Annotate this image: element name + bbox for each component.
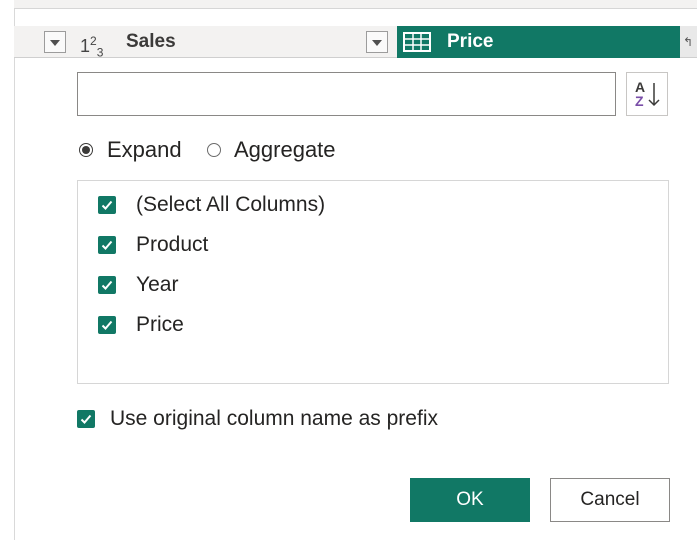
chevron-down-icon — [372, 40, 382, 46]
expand-column-icon[interactable]: ↰ — [683, 35, 693, 49]
radio-aggregate-label: Aggregate — [234, 137, 336, 162]
list-item-label: Year — [136, 273, 179, 296]
column-header-sales[interactable]: 123 Sales — [14, 26, 397, 60]
chevron-down-icon — [50, 40, 60, 46]
svg-text:Z: Z — [635, 93, 644, 109]
table-header-strip — [14, 0, 697, 9]
table-type-icon[interactable] — [403, 32, 431, 52]
checkbox-checked-icon[interactable] — [77, 410, 95, 428]
checkbox-checked-icon[interactable] — [98, 276, 116, 294]
sales-dropdown-button[interactable] — [44, 31, 66, 53]
radio-aggregate[interactable]: Aggregate — [205, 136, 350, 164]
checkbox-checked-icon[interactable] — [98, 196, 116, 214]
sort-ascending-icon: A Z — [635, 79, 660, 109]
radio-expand-label: Expand — [107, 137, 182, 162]
checkbox-checked-icon[interactable] — [98, 316, 116, 334]
cancel-button[interactable]: Cancel — [550, 478, 670, 522]
ok-button[interactable]: OK — [410, 478, 530, 522]
price-filter-dropdown-button[interactable] — [366, 31, 388, 53]
list-item-label: Product — [136, 233, 209, 256]
column-header-next[interactable]: ↰ — [680, 26, 697, 58]
column-name-price: Price — [447, 31, 494, 52]
column-header-price[interactable]: Price — [397, 26, 680, 58]
column-search-input[interactable] — [77, 72, 616, 116]
list-item-label: Price — [136, 313, 184, 336]
radio-expand[interactable]: Expand — [77, 136, 187, 164]
radio-unselected-icon[interactable] — [207, 143, 221, 157]
column-name-sales: Sales — [126, 31, 176, 52]
column-checklist: (Select All Columns) Product Year Price — [77, 180, 669, 384]
sort-az-button[interactable]: A Z — [626, 72, 668, 116]
list-item-label: (Select All Columns) — [136, 193, 326, 216]
window-left-edge — [0, 0, 15, 540]
use-prefix-label: Use original column name as prefix — [110, 407, 438, 430]
checkbox-checked-icon[interactable] — [98, 236, 116, 254]
radio-selected-icon[interactable] — [79, 143, 93, 157]
number-type-icon[interactable]: 123 — [80, 27, 103, 67]
